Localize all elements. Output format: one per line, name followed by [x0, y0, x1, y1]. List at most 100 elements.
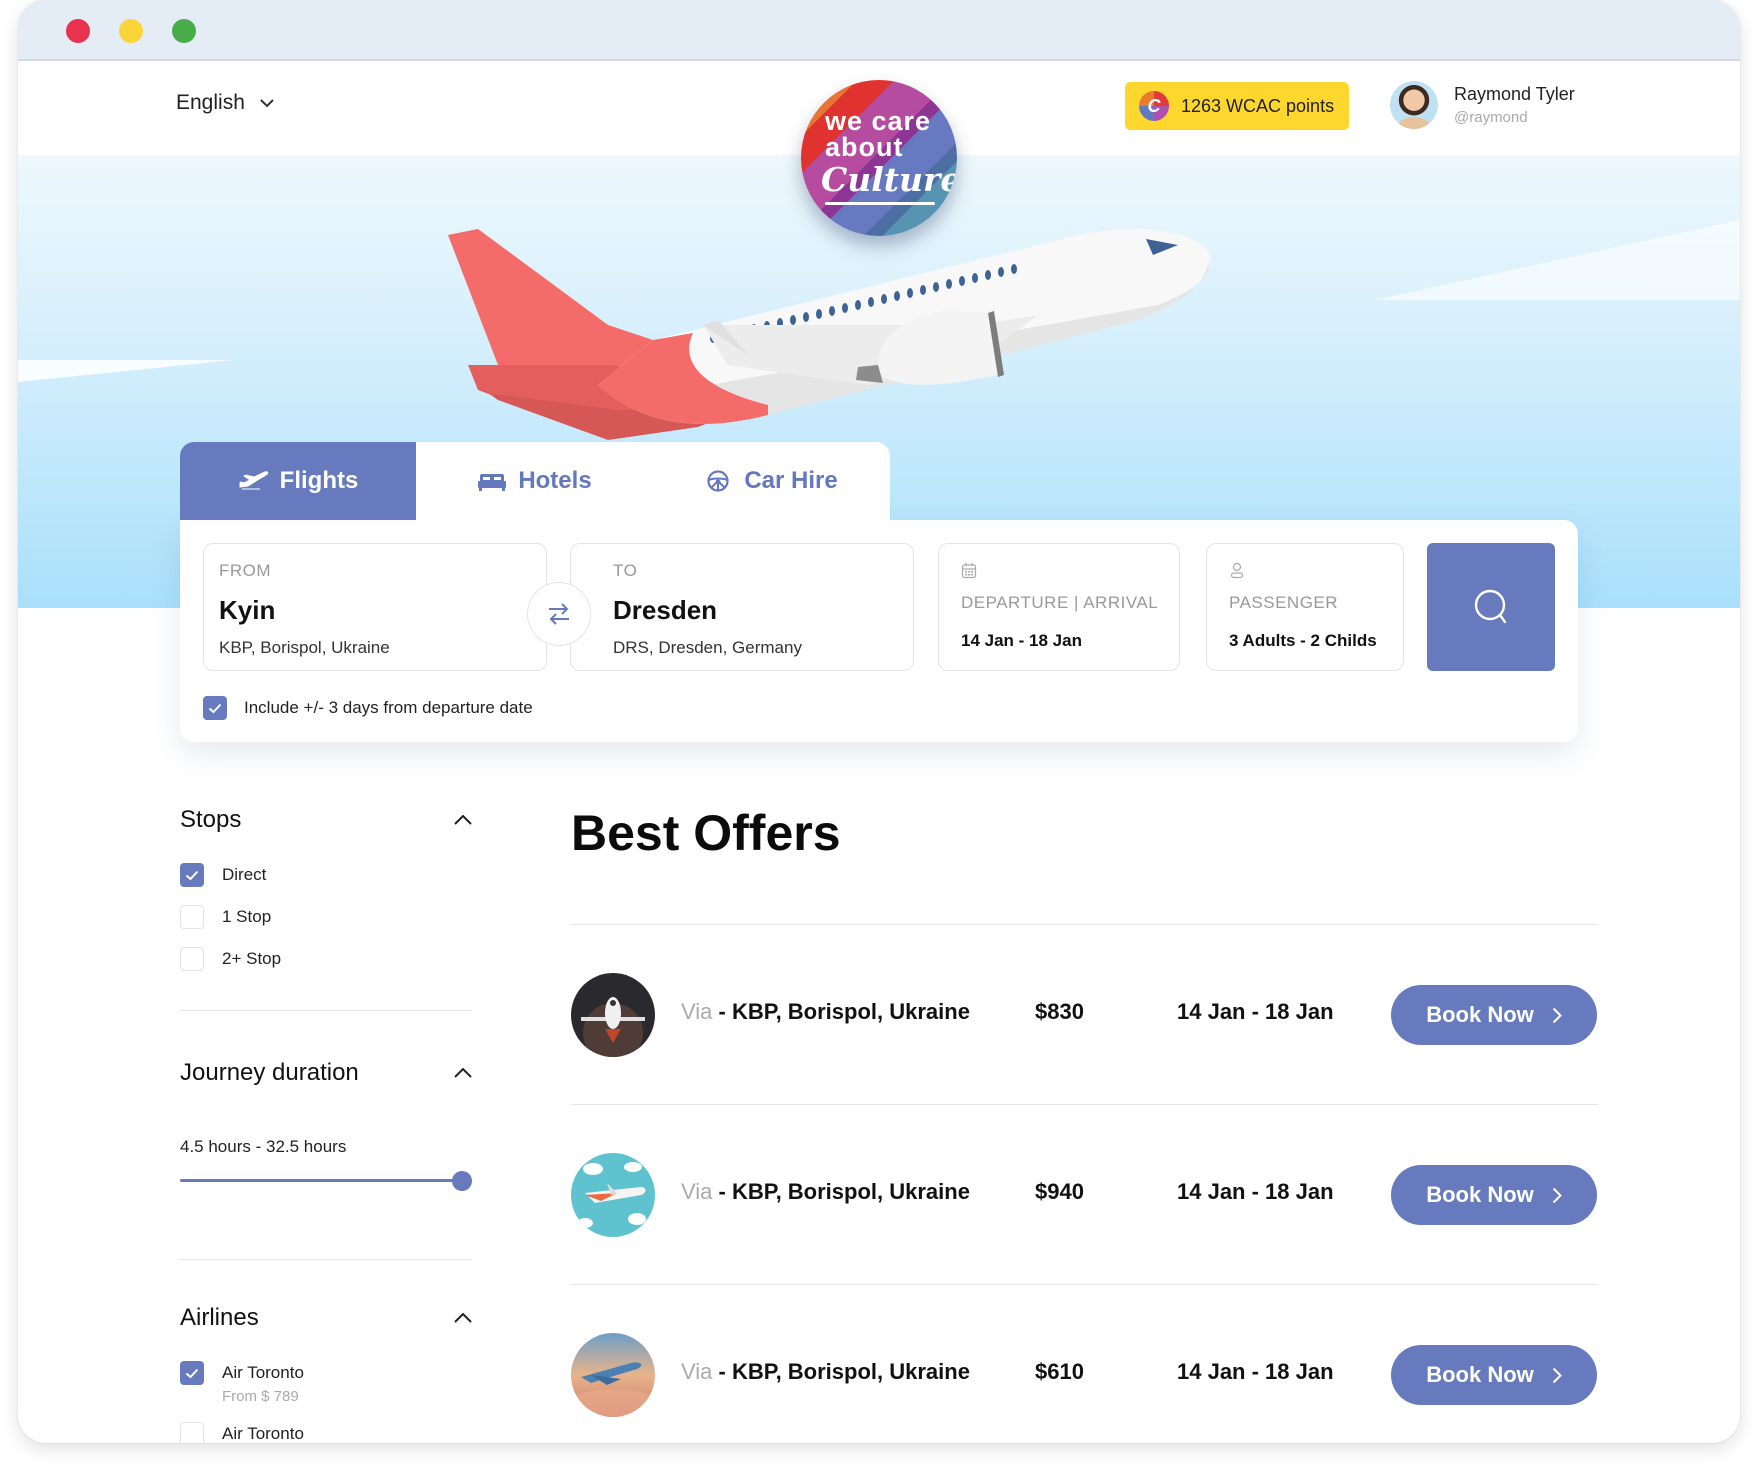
book-now-label: Book Now — [1426, 1182, 1534, 1207]
logo-underline — [825, 202, 935, 205]
include-flex-dates-option[interactable]: Include +/- 3 days from departure date — [203, 696, 533, 720]
user-name: Raymond Tyler — [1454, 84, 1575, 104]
wcac-coin-icon: C — [1139, 91, 1169, 121]
user-profile[interactable]: Raymond Tyler @raymond — [1390, 81, 1575, 129]
close-window-button[interactable] — [66, 19, 90, 43]
via-route: - KBP, Borispol, Ukraine — [712, 999, 970, 1024]
title-bar — [18, 0, 1740, 61]
swap-arrows-icon — [549, 603, 569, 625]
duration-filter-title: Journey duration — [180, 1059, 359, 1086]
offer-dates: 14 Jan - 18 Jan — [1177, 1179, 1334, 1204]
offer-price: $940 — [1035, 1179, 1084, 1204]
from-label: FROM — [219, 561, 272, 580]
to-city: Dresden — [613, 595, 718, 625]
offer-row: Via - KBP, Borispol, Ukraine $610 14 Jan… — [571, 1285, 1598, 1443]
browser-window: English C 1263 WCAC points Raymond Tyler… — [18, 0, 1740, 1443]
from-field[interactable]: FROM Kyin KBP, Borispol, Ukraine — [203, 543, 547, 671]
include-flex-dates-label: Include +/- 3 days from departure date — [244, 698, 533, 717]
stops-option-direct[interactable]: Direct — [180, 854, 472, 896]
calendar-icon — [961, 563, 977, 579]
airline-checkbox[interactable] — [180, 1422, 204, 1443]
dates-label: DEPARTURE | ARRIVAL — [961, 593, 1159, 612]
offer-route: Via - KBP, Borispol, Ukraine — [681, 1179, 970, 1205]
one-stop-checkbox[interactable] — [180, 905, 204, 929]
tab-flights-label: Flights — [279, 467, 359, 494]
offer-price: $610 — [1035, 1359, 1084, 1384]
to-field[interactable]: TO Dresden DRS, Dresden, Germany — [570, 543, 914, 671]
airlines-filter-header[interactable]: Airlines — [180, 1298, 472, 1338]
chevron-up-icon[interactable] — [454, 1313, 472, 1323]
book-now-label: Book Now — [1426, 1002, 1534, 1027]
book-now-label: Book Now — [1426, 1362, 1534, 1387]
bed-icon — [478, 474, 507, 491]
airline-checkbox[interactable] — [180, 1361, 204, 1385]
dates-field[interactable]: DEPARTURE | ARRIVAL 14 Jan - 18 Jan — [938, 543, 1180, 671]
via-prefix: Via — [681, 1179, 713, 1204]
plane-night-image — [571, 973, 655, 1057]
search-button[interactable] — [1427, 543, 1555, 671]
tab-flights[interactable]: Flights — [180, 442, 416, 520]
offer-dates: 14 Jan - 18 Jan — [1177, 1359, 1334, 1384]
maximize-window-button[interactable] — [172, 19, 196, 43]
filters-sidebar: Stops Direct 1 Stop 2+ Stop Journey dura… — [180, 800, 472, 1443]
to-airport: DRS, Dresden, Germany — [613, 638, 802, 657]
via-route: - KBP, Borispol, Ukraine — [712, 1359, 970, 1384]
chevron-up-icon[interactable] — [454, 815, 472, 825]
stops-filter-title: Stops — [180, 806, 242, 833]
language-selector[interactable]: English — [176, 91, 275, 115]
airline-name: Air Toronto — [222, 1363, 304, 1382]
stops-option-1-stop[interactable]: 1 Stop — [180, 896, 472, 938]
duration-slider-track — [180, 1179, 462, 1182]
tab-hotels[interactable]: Hotels — [416, 442, 652, 520]
search-icon — [1474, 589, 1507, 624]
passenger-value: 3 Adults - 2 Childs — [1229, 631, 1377, 650]
duration-slider-thumb[interactable] — [452, 1171, 472, 1191]
via-prefix: Via — [681, 1359, 713, 1384]
via-route: - KBP, Borispol, Ukraine — [712, 1179, 970, 1204]
from-airport: KBP, Borispol, Ukraine — [219, 638, 390, 657]
book-now-button[interactable]: Book Now — [1391, 985, 1597, 1045]
book-now-button[interactable]: Book Now — [1391, 1345, 1597, 1405]
plane-sunset-image — [571, 1333, 655, 1417]
stops-filter-header[interactable]: Stops — [180, 800, 472, 840]
checkmark-icon — [185, 870, 199, 880]
stops-option-label: 2+ Stop — [222, 949, 282, 968]
stops-option-label: Direct — [222, 865, 267, 884]
we-care-about-culture-logo[interactable]: we care about Culture — [801, 80, 957, 236]
from-city: Kyin — [219, 595, 276, 625]
two-plus-stop-checkbox[interactable] — [180, 947, 204, 971]
book-now-button[interactable]: Book Now — [1391, 1165, 1597, 1225]
airplane-illustration — [448, 229, 1211, 440]
logo-line-3: Culture — [821, 160, 957, 199]
chevron-right-icon — [1552, 1187, 1562, 1203]
include-flex-dates-checkbox[interactable] — [203, 696, 227, 720]
booking-tabs: Flights Hotels Car Hire — [180, 442, 890, 520]
tab-car-hire[interactable]: Car Hire — [652, 442, 888, 520]
duration-filter-header[interactable]: Journey duration — [180, 1053, 472, 1093]
flight-search-form: FROM Kyin KBP, Borispol, Ukraine TO Dres… — [180, 520, 1578, 742]
avatar — [1390, 81, 1438, 129]
direct-checkbox[interactable] — [180, 863, 204, 887]
language-label: English — [176, 91, 245, 114]
offer-price: $830 — [1035, 999, 1084, 1024]
airline-option[interactable]: Air Toronto — [180, 1413, 472, 1443]
swap-locations-button[interactable] — [527, 582, 591, 646]
tab-car-hire-label: Car Hire — [744, 467, 838, 494]
passenger-field[interactable]: PASSENGER 3 Adults - 2 Childs — [1206, 543, 1404, 671]
minimize-window-button[interactable] — [119, 19, 143, 43]
tab-hotels-label: Hotels — [518, 467, 592, 494]
airline-name: Air Toronto — [222, 1424, 304, 1443]
logo-line-1: we care — [825, 106, 932, 136]
points-badge[interactable]: C 1263 WCAC points — [1125, 82, 1349, 130]
offer-route: Via - KBP, Borispol, Ukraine — [681, 999, 970, 1025]
stops-option-2-plus-stop[interactable]: 2+ Stop — [180, 938, 472, 980]
checkmark-icon — [185, 1368, 199, 1378]
checkmark-icon — [208, 703, 222, 713]
steering-wheel-icon — [707, 470, 729, 492]
plane-icon — [239, 471, 268, 490]
best-offers-title: Best Offers — [571, 805, 841, 861]
passenger-label: PASSENGER — [1229, 593, 1339, 612]
duration-slider[interactable] — [180, 1171, 472, 1191]
chevron-up-icon[interactable] — [454, 1068, 472, 1078]
user-handle: @raymond — [1454, 109, 1528, 126]
